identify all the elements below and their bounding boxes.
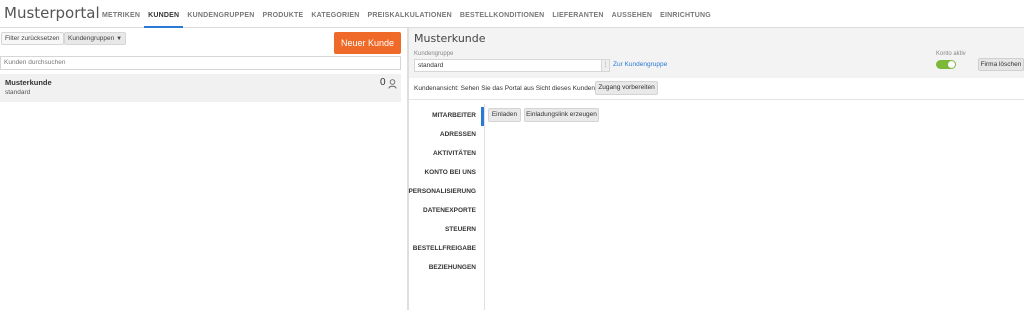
tab-bestellfreigabe[interactable]: BESTELLFREIGABE: [413, 245, 476, 252]
customer-view-row: Kundenansicht: Sehen Sie das Portal aus …: [409, 78, 1024, 100]
detail-title: Musterkunde: [414, 32, 486, 45]
tab-konto-bei-uns[interactable]: KONTO BEI UNS: [424, 169, 476, 176]
nav-kategorien[interactable]: KATEGORIEN: [307, 0, 363, 28]
active-tab-indicator: [481, 107, 484, 126]
customer-group: standard: [5, 89, 31, 96]
customer-detail-pane: Musterkunde Kundengruppe standard ⋮ Zur …: [408, 28, 1024, 310]
nav-kunden[interactable]: KUNDEN: [144, 0, 184, 28]
tab-adressen[interactable]: ADRESSEN: [440, 131, 476, 138]
caret-down-icon: ▼: [116, 36, 123, 42]
prepare-access-button[interactable]: Zugang vorbereiten: [595, 81, 658, 95]
customer-list-item[interactable]: Musterkunde standard 0: [0, 74, 401, 102]
customer-name: Musterkunde: [5, 78, 52, 87]
detail-header: Musterkunde Kundengruppe standard ⋮ Zur …: [409, 28, 1024, 78]
customer-search-input[interactable]: Kunden durchsuchen: [0, 56, 401, 70]
tab-personalisierung[interactable]: PERSONALISIERUNG: [408, 188, 476, 195]
toggle-knob: [948, 61, 955, 68]
reset-filter-button[interactable]: Filter zurücksetzen: [1, 32, 64, 45]
tab-steuern[interactable]: STEUERN: [445, 226, 476, 233]
nav-metriken[interactable]: METRIKEN: [98, 0, 144, 28]
customer-group-link[interactable]: Zur Kundengruppe: [613, 61, 667, 68]
customer-group-filter[interactable]: Kundengruppen ▼: [64, 32, 127, 45]
tab-mitarbeiter[interactable]: MITARBEITER: [432, 112, 476, 119]
delete-company-button[interactable]: Firma löschen: [978, 58, 1024, 71]
nav-bestellkonditionen[interactable]: BESTELLKONDITIONEN: [456, 0, 549, 28]
invite-link-button[interactable]: Einladungslink erzeugen: [524, 108, 599, 122]
nav-preiskalkulationen[interactable]: PREISKALKULATIONEN: [364, 0, 456, 28]
invite-button[interactable]: Einladen: [488, 108, 521, 122]
customer-group-select[interactable]: standard: [414, 59, 602, 72]
tab-beziehungen[interactable]: BEZIEHUNGEN: [429, 264, 476, 271]
account-active-label: Konto aktiv: [936, 51, 966, 57]
customer-view-text: Kundenansicht: Sehen Sie das Portal aus …: [414, 85, 606, 92]
customer-user-count: 0: [380, 77, 386, 88]
customer-group-filter-label: Kundengruppen: [68, 35, 115, 42]
top-bar: Musterportal METRIKEN KUNDEN KUNDENGRUPP…: [0, 0, 1024, 28]
nav-kundengruppen[interactable]: KUNDENGRUPPEN: [183, 0, 258, 28]
nav-produkte[interactable]: PRODUKTE: [258, 0, 307, 28]
new-customer-button[interactable]: Neuer Kunde: [334, 32, 401, 54]
tab-aktivitaeten[interactable]: AKTIVITÄTEN: [433, 150, 476, 157]
nav-aussehen[interactable]: AUSSEHEN: [608, 0, 657, 28]
main-nav: METRIKEN KUNDEN KUNDENGRUPPEN PRODUKTE K…: [98, 0, 715, 28]
customer-list-pane: [0, 28, 407, 310]
nav-einrichtung[interactable]: EINRICHTUNG: [656, 0, 715, 28]
user-icon: [388, 79, 397, 89]
group-select-toggle[interactable]: ⋮: [601, 59, 610, 72]
tab-datenexporte[interactable]: DATENEXPORTE: [423, 207, 476, 214]
app-title[interactable]: Musterportal: [4, 4, 100, 22]
detail-side-tabs: MITARBEITER ADRESSEN AKTIVITÄTEN KONTO B…: [408, 104, 485, 310]
nav-lieferanten[interactable]: LIEFERANTEN: [548, 0, 607, 28]
account-active-toggle[interactable]: [936, 60, 956, 69]
customer-group-label: Kundengruppe: [414, 51, 454, 57]
